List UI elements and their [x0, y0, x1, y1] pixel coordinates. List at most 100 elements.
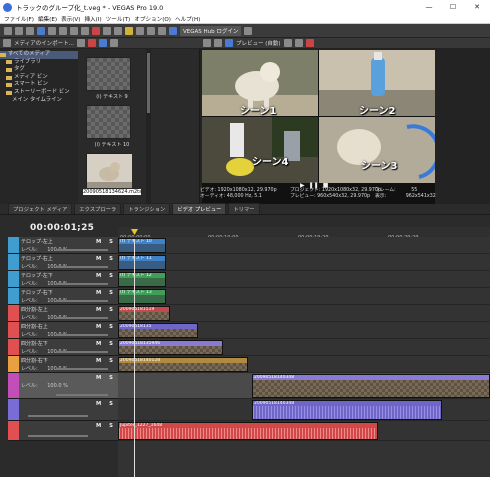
- track-header[interactable]: テロップ-左上 レベル: 100.0 % M S: [8, 237, 118, 254]
- tab-trimmer[interactable]: トリマー: [228, 203, 260, 214]
- track-name[interactable]: 四分割-左上: [21, 306, 48, 313]
- copy-icon[interactable]: [70, 26, 78, 35]
- level-slider[interactable]: [56, 317, 108, 319]
- remove-media-icon[interactable]: [87, 39, 96, 47]
- mute-solo-buttons[interactable]: M S: [96, 341, 116, 347]
- split-screen-icon[interactable]: [214, 39, 222, 47]
- track-lane[interactable]: [118, 288, 490, 305]
- cut-icon[interactable]: [59, 26, 67, 35]
- track-header[interactable]: 四分割-右上 レベル: 100.0 % M S: [8, 322, 118, 339]
- mute-solo-buttons[interactable]: M S: [96, 239, 116, 245]
- snap-icon[interactable]: [125, 26, 133, 35]
- level-slider[interactable]: [56, 351, 108, 353]
- open-icon[interactable]: [15, 26, 23, 35]
- track-header[interactable]: M S: [8, 421, 118, 441]
- mute-solo-buttons[interactable]: M S: [96, 273, 116, 279]
- tree-item-main-timeline[interactable]: メイン タイムライン: [0, 97, 78, 105]
- media-fx-icon[interactable]: [98, 39, 107, 47]
- preview-quality-dropdown[interactable]: プレビュー (自動): [236, 39, 281, 47]
- media-scrollbar[interactable]: [146, 49, 151, 204]
- timeline-event[interactable]: (t) テキスト 11: [118, 255, 166, 270]
- mute-solo-buttons[interactable]: M S: [96, 324, 116, 330]
- mute-solo-buttons[interactable]: M S: [96, 290, 116, 296]
- timeline-event[interactable]: (t) テキスト 13: [118, 289, 166, 304]
- track-name[interactable]: テロップ-左上: [21, 238, 53, 245]
- level-slider[interactable]: [56, 394, 108, 396]
- hub-login-button[interactable]: VEGAS Hub ログイン: [180, 25, 242, 36]
- import-icon[interactable]: [3, 39, 11, 47]
- track-header[interactable]: テロップ-右下 レベル: 100.0 % M S: [8, 288, 118, 305]
- tree-item-tags[interactable]: タグ: [0, 66, 78, 74]
- level-slider[interactable]: [56, 368, 108, 370]
- mute-solo-buttons[interactable]: M S: [96, 358, 116, 364]
- overlays-icon[interactable]: [283, 39, 292, 47]
- volume-slider[interactable]: [28, 415, 88, 417]
- menu-tools[interactable]: ツール(T): [106, 15, 131, 23]
- track-name[interactable]: 四分割-右上: [21, 323, 48, 330]
- media-thumbnail[interactable]: [86, 57, 131, 91]
- timeline-event[interactable]: 20090518140348: [252, 400, 442, 420]
- mute-solo-buttons[interactable]: M S: [96, 375, 116, 381]
- track-header[interactable]: テロップ-右上 レベル: 100.0 % M S: [8, 254, 118, 271]
- menu-file[interactable]: ファイル(F): [4, 15, 34, 23]
- track-name[interactable]: 四分割-左下: [21, 340, 48, 347]
- tree-item-all-media[interactable]: すべてのメディア: [0, 51, 78, 59]
- tab-transitions[interactable]: トランジション: [123, 203, 171, 214]
- save-snapshot-icon[interactable]: [305, 39, 314, 47]
- track-header[interactable]: テロップ-左下 レベル: 100.0 % M S: [8, 271, 118, 288]
- help-icon[interactable]: [244, 26, 253, 35]
- track-header[interactable]: レベル: 100.0 % M S: [8, 373, 118, 399]
- track-lane[interactable]: [118, 237, 490, 254]
- timeline-event[interactable]: 20090518140348: [252, 374, 490, 398]
- timeline-event[interactable]: (t) テキスト 12: [118, 272, 166, 287]
- import-media-button[interactable]: メディアのインポート...: [14, 39, 74, 47]
- views-icon[interactable]: [109, 39, 118, 47]
- timeline-event[interactable]: (t) テキスト 10: [118, 238, 166, 253]
- preview-settings-icon[interactable]: [203, 39, 211, 47]
- timeline-event[interactable]: Jupiter_1227_1648: [118, 422, 378, 440]
- minimize-button[interactable]: —: [418, 0, 440, 14]
- mute-solo-buttons[interactable]: M S: [96, 401, 116, 407]
- close-button[interactable]: ✕: [466, 0, 488, 14]
- timeline-event[interactable]: 20090518135: [118, 323, 198, 338]
- playhead-cursor[interactable]: [134, 239, 135, 477]
- redo-icon[interactable]: [114, 26, 122, 35]
- new-icon[interactable]: [4, 26, 12, 35]
- tree-item-storyboard-bin[interactable]: ストーリーボード ビン: [0, 89, 78, 97]
- timeline-event[interactable]: 20090518140128: [118, 357, 248, 372]
- menu-edit[interactable]: 編集(E): [38, 15, 57, 23]
- volume-slider[interactable]: [28, 435, 88, 437]
- render-icon[interactable]: [37, 26, 45, 35]
- menu-options[interactable]: オプション(O): [134, 15, 171, 23]
- level-slider[interactable]: [56, 300, 108, 302]
- tab-video-preview[interactable]: ビデオ プレビュー: [172, 203, 227, 214]
- track-header[interactable]: 四分割-右下 レベル: 100.0 % M S: [8, 356, 118, 373]
- media-thumbnail[interactable]: [86, 153, 132, 188]
- track-name[interactable]: テロップ-右上: [21, 255, 53, 262]
- level-slider[interactable]: [56, 266, 108, 268]
- zoom-tool-icon[interactable]: [158, 26, 166, 35]
- level-slider[interactable]: [56, 283, 108, 285]
- capture-icon[interactable]: [76, 39, 85, 47]
- track-header[interactable]: 四分割-左下 レベル: 100.0 % M S: [8, 339, 118, 356]
- track-lane[interactable]: [118, 254, 490, 271]
- level-slider[interactable]: [56, 249, 108, 251]
- paste-icon[interactable]: [81, 26, 89, 35]
- maximize-button[interactable]: ☐: [442, 0, 464, 14]
- track-lane[interactable]: [118, 271, 490, 288]
- timeline-event[interactable]: 200905181519: [118, 306, 170, 321]
- tree-item-library[interactable]: ライブラリ: [0, 59, 78, 67]
- tab-explorer[interactable]: エクスプローラ: [74, 203, 122, 214]
- track-name[interactable]: テロップ-左下: [21, 272, 53, 279]
- media-thumbnail[interactable]: [86, 105, 131, 139]
- undo-icon[interactable]: [103, 26, 111, 35]
- track-name[interactable]: 四分割-右下: [21, 357, 48, 364]
- level-slider[interactable]: [56, 334, 108, 336]
- save-icon[interactable]: [26, 26, 34, 35]
- edit-tool-icon[interactable]: [136, 26, 144, 35]
- track-header[interactable]: 四分割-左上 レベル: 100.0 % M S: [8, 305, 118, 322]
- copy-snapshot-icon[interactable]: [294, 39, 303, 47]
- delete-icon[interactable]: [92, 26, 100, 35]
- hub-icon[interactable]: [169, 26, 177, 35]
- mute-solo-buttons[interactable]: M S: [96, 423, 116, 429]
